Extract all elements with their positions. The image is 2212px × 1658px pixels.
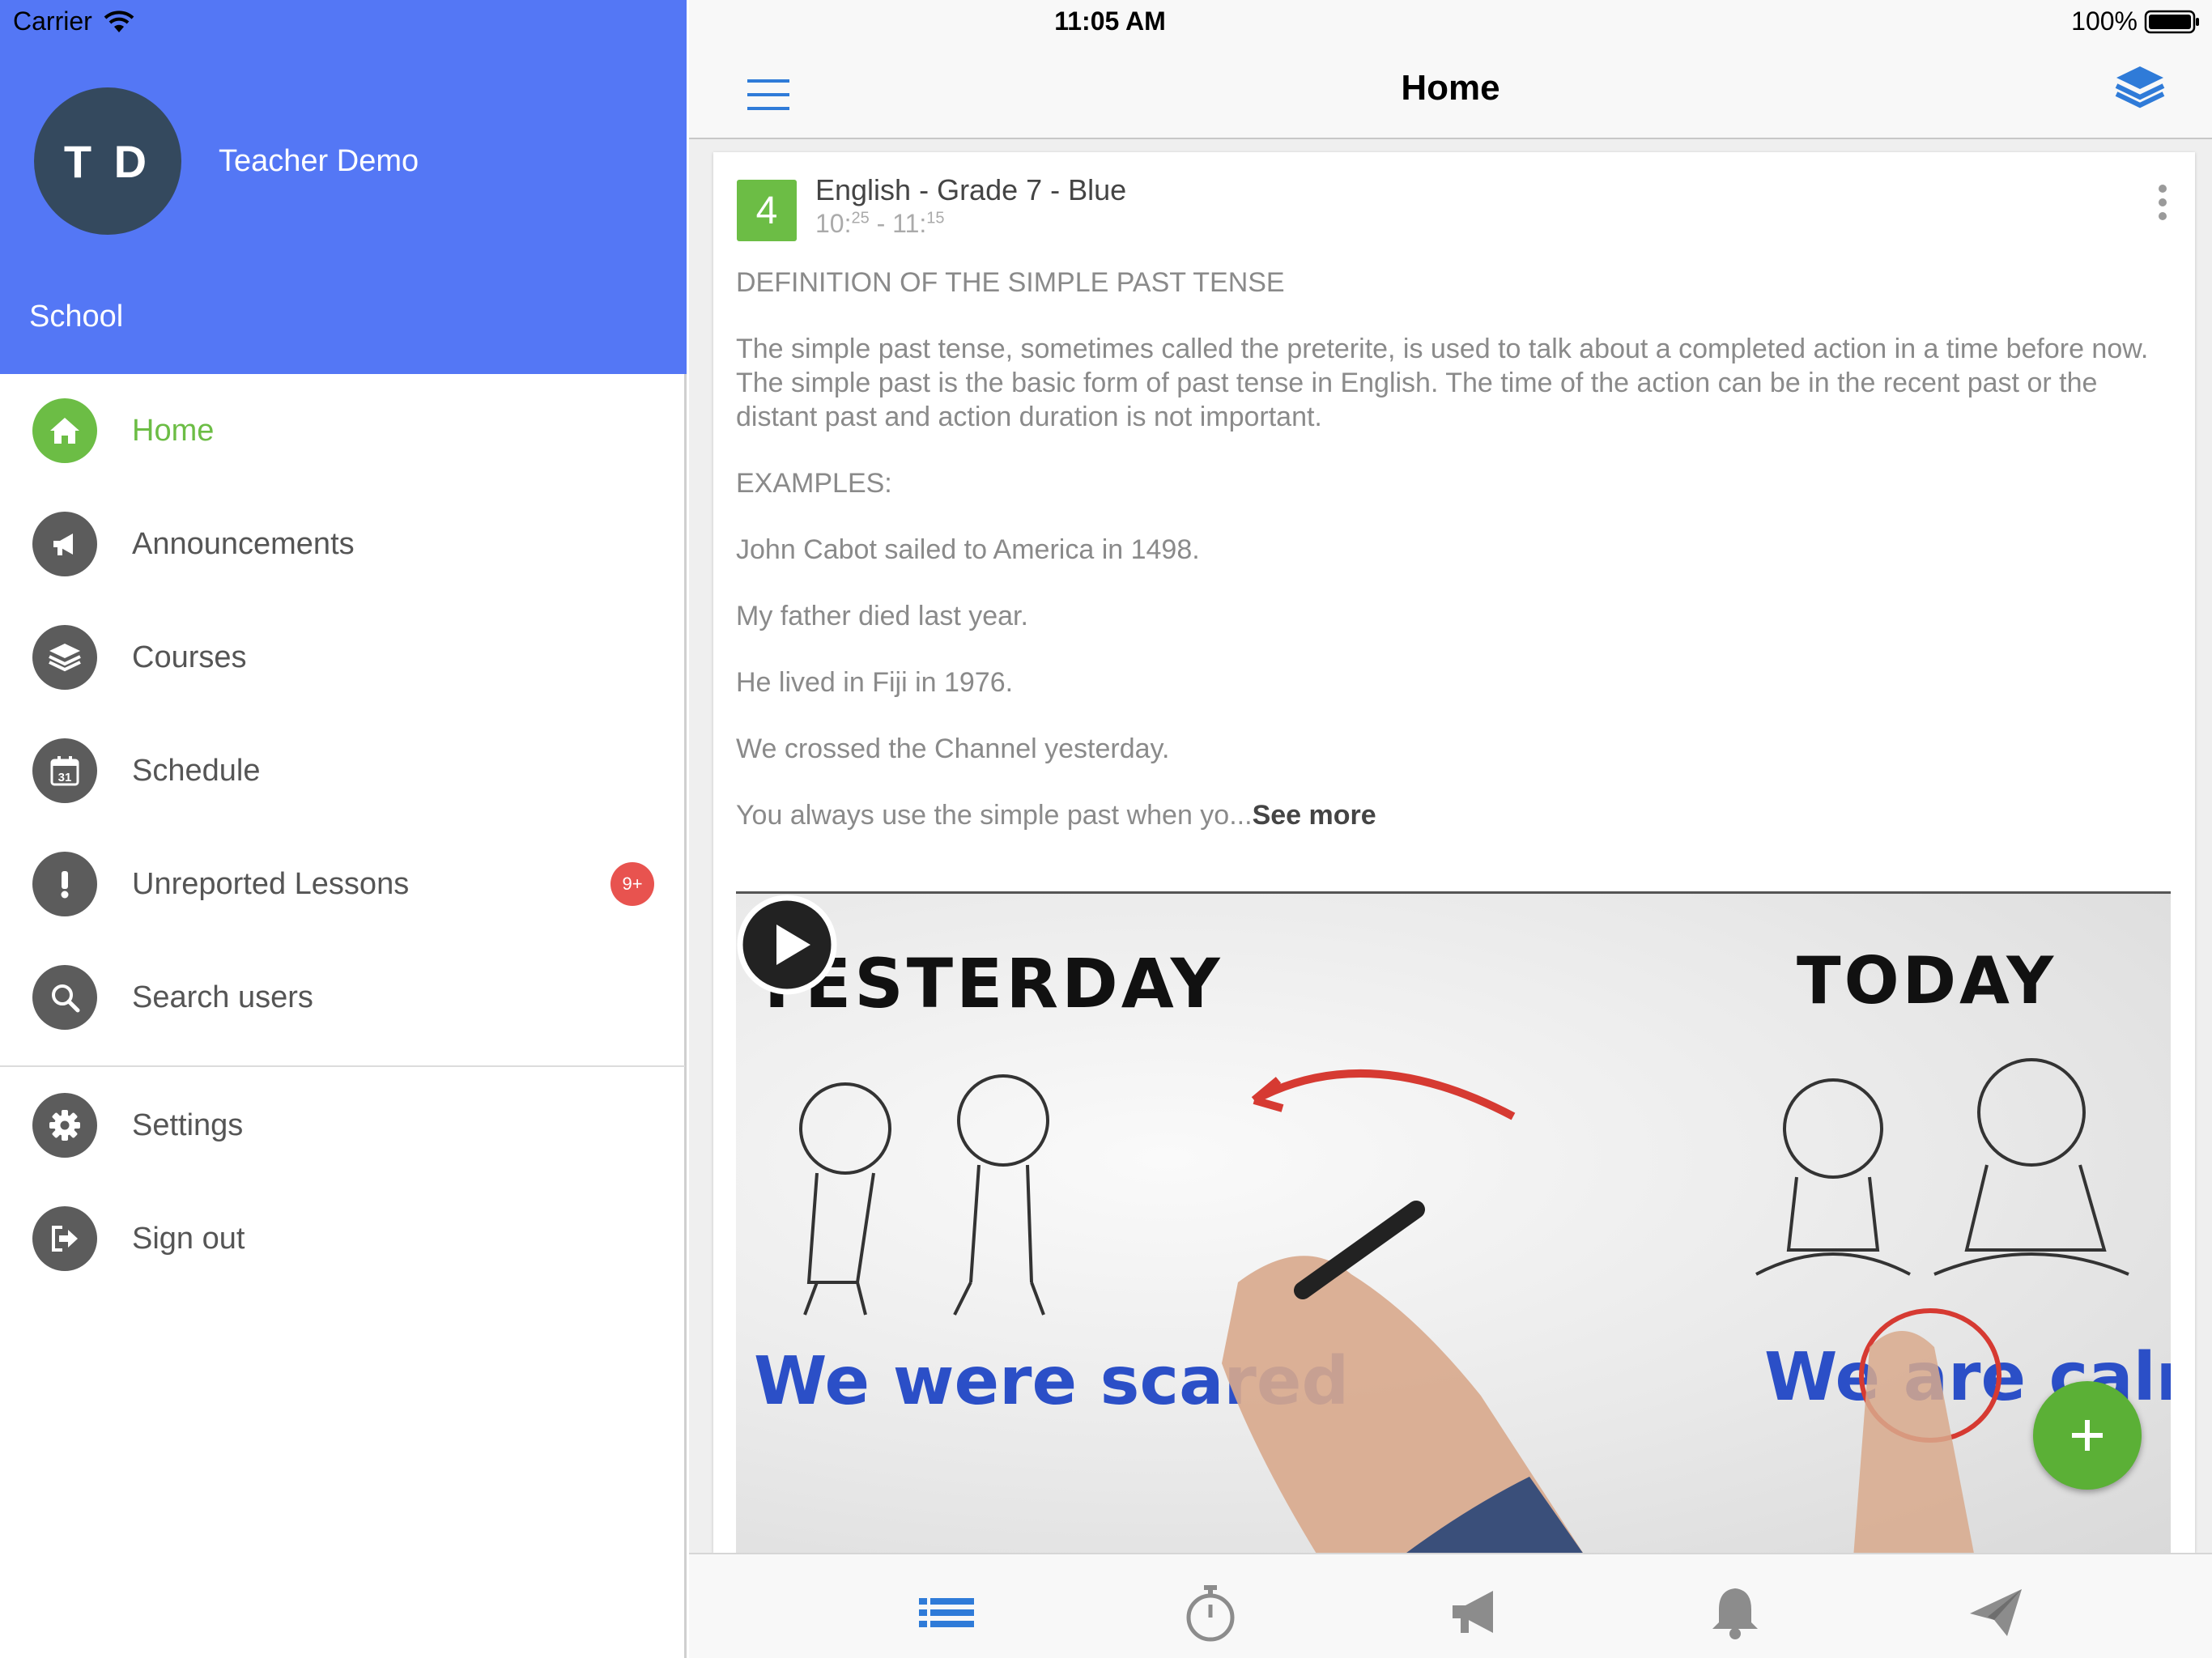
sidebar-item-label: Home xyxy=(132,413,215,448)
sign-out-icon xyxy=(32,1206,97,1271)
avatar[interactable]: T D xyxy=(34,87,181,235)
list-icon xyxy=(919,1598,974,1627)
megaphone-icon xyxy=(1453,1591,1493,1633)
sketch-figures-left xyxy=(799,1074,1049,1316)
carrier-label: Carrier xyxy=(13,6,92,36)
gear-icon xyxy=(32,1093,97,1158)
paragraph: John Cabot sailed to America in 1498. xyxy=(736,534,1200,565)
truncated-text: You always use the simple past when yo..… xyxy=(736,800,1253,831)
home-icon xyxy=(32,398,97,463)
course-title[interactable]: English - Grade 7 - Blue xyxy=(815,173,1126,207)
status-time: 11:05 AM xyxy=(1054,6,1166,36)
sidebar-item-label: Schedule xyxy=(132,753,261,788)
layers-icon[interactable] xyxy=(2113,62,2167,115)
navigation-bar: 11:05 AM 100% Home xyxy=(689,0,2212,139)
wifi-icon xyxy=(104,10,134,32)
sidebar-item-search-users[interactable]: Search users xyxy=(0,941,685,1054)
video-player[interactable]: YESTERDAY TODAY We were scared We are ca… xyxy=(736,891,2171,1553)
battery-icon xyxy=(2144,10,2199,33)
tab-feed[interactable] xyxy=(914,1580,979,1645)
unreported-count-badge: 9+ xyxy=(610,862,654,906)
nav-divider xyxy=(0,1065,685,1067)
lesson-time-separator: - xyxy=(869,209,893,238)
page-title: Home xyxy=(1401,68,1500,108)
lesson-time: 10:25 - 11:15 xyxy=(815,209,945,239)
sidebar-item-schedule[interactable]: 31 Schedule xyxy=(0,714,685,827)
sidebar-item-courses[interactable]: Courses xyxy=(0,601,685,714)
more-options-icon[interactable] xyxy=(2146,180,2179,225)
paper-plane-icon xyxy=(1970,1589,2022,1636)
add-button[interactable] xyxy=(2033,1381,2142,1490)
status-bar-left: Carrier xyxy=(13,6,134,36)
sidebar-item-label: Sign out xyxy=(132,1221,245,1256)
sketch-figures-right xyxy=(1755,1058,2129,1276)
bottom-tab-bar xyxy=(689,1553,2212,1658)
lesson-end-hour: 11: xyxy=(892,209,927,238)
exclamation-icon xyxy=(32,852,97,916)
school-name: School xyxy=(29,300,124,334)
paragraph: He lived in Fiji in 1976. xyxy=(736,667,1014,698)
see-more-link[interactable]: See more xyxy=(1253,800,1376,831)
sidebar-item-label: Courses xyxy=(132,640,247,674)
sidebar-item-unreported-lessons[interactable]: Unreported Lessons 9+ xyxy=(0,827,685,941)
paragraph: The simple past tense, sometimes called … xyxy=(736,334,2149,432)
lesson-card: 4 English - Grade 7 - Blue 10:25 - 11:15… xyxy=(713,152,2195,1553)
lesson-number-badge: 4 xyxy=(737,180,797,241)
tab-notifications[interactable] xyxy=(1703,1580,1767,1645)
paragraph: EXAMPLES: xyxy=(736,468,892,499)
plus-icon xyxy=(2072,1420,2103,1451)
sidebar-item-home[interactable]: Home xyxy=(0,374,685,487)
sidebar-item-sign-out[interactable]: Sign out xyxy=(0,1182,685,1295)
sidebar-item-label: Search users xyxy=(132,980,313,1014)
tab-messages[interactable] xyxy=(1963,1580,2028,1645)
main-content: 11:05 AM 100% Home 4 English - Grade 7 -… xyxy=(689,0,2212,1658)
tab-timer[interactable] xyxy=(1178,1580,1243,1645)
lesson-start-hour: 10: xyxy=(815,209,852,238)
lesson-end-minutes: 15 xyxy=(926,209,945,227)
user-name: Teacher Demo xyxy=(219,144,419,178)
search-icon xyxy=(32,965,97,1030)
sidebar-item-announcements[interactable]: Announcements xyxy=(0,487,685,601)
bell-icon xyxy=(1712,1588,1758,1639)
navigation-drawer: Carrier T D Teacher Demo School Home Ann… xyxy=(0,0,687,1658)
paragraph-truncated: You always use the simple past when yo..… xyxy=(736,798,2171,832)
red-arrow xyxy=(1252,1069,1516,1120)
battery-percent: 100% xyxy=(2071,6,2138,36)
tab-announcements[interactable] xyxy=(1444,1580,1508,1645)
paragraph: We crossed the Channel yesterday. xyxy=(736,733,1170,764)
paragraph: My father died last year. xyxy=(736,601,1028,631)
paragraph: DEFINITION OF THE SIMPLE PAST TENSE xyxy=(736,267,1285,298)
timer-icon xyxy=(1186,1585,1235,1642)
lesson-description: DEFINITION OF THE SIMPLE PAST TENSE The … xyxy=(736,266,2171,865)
calendar-icon: 31 xyxy=(32,738,97,803)
sidebar-item-label: Settings xyxy=(132,1107,244,1142)
video-thumbnail: YESTERDAY TODAY We were scared We are ca… xyxy=(751,943,2171,1553)
layers-icon xyxy=(32,625,97,690)
sidebar-item-label: Unreported Lessons xyxy=(132,866,410,901)
play-icon[interactable] xyxy=(736,894,838,996)
status-battery: 100% xyxy=(2071,6,2201,36)
thumbnail-heading-right: TODAY xyxy=(1797,943,2057,1018)
profile-header: Carrier T D Teacher Demo School xyxy=(0,0,687,374)
megaphone-icon xyxy=(32,512,97,576)
lesson-start-minutes: 25 xyxy=(851,209,870,227)
sidebar-item-settings[interactable]: Settings xyxy=(0,1069,685,1182)
calendar-icon-text: 31 xyxy=(58,771,72,784)
sidebar-item-label: Announcements xyxy=(132,526,355,561)
